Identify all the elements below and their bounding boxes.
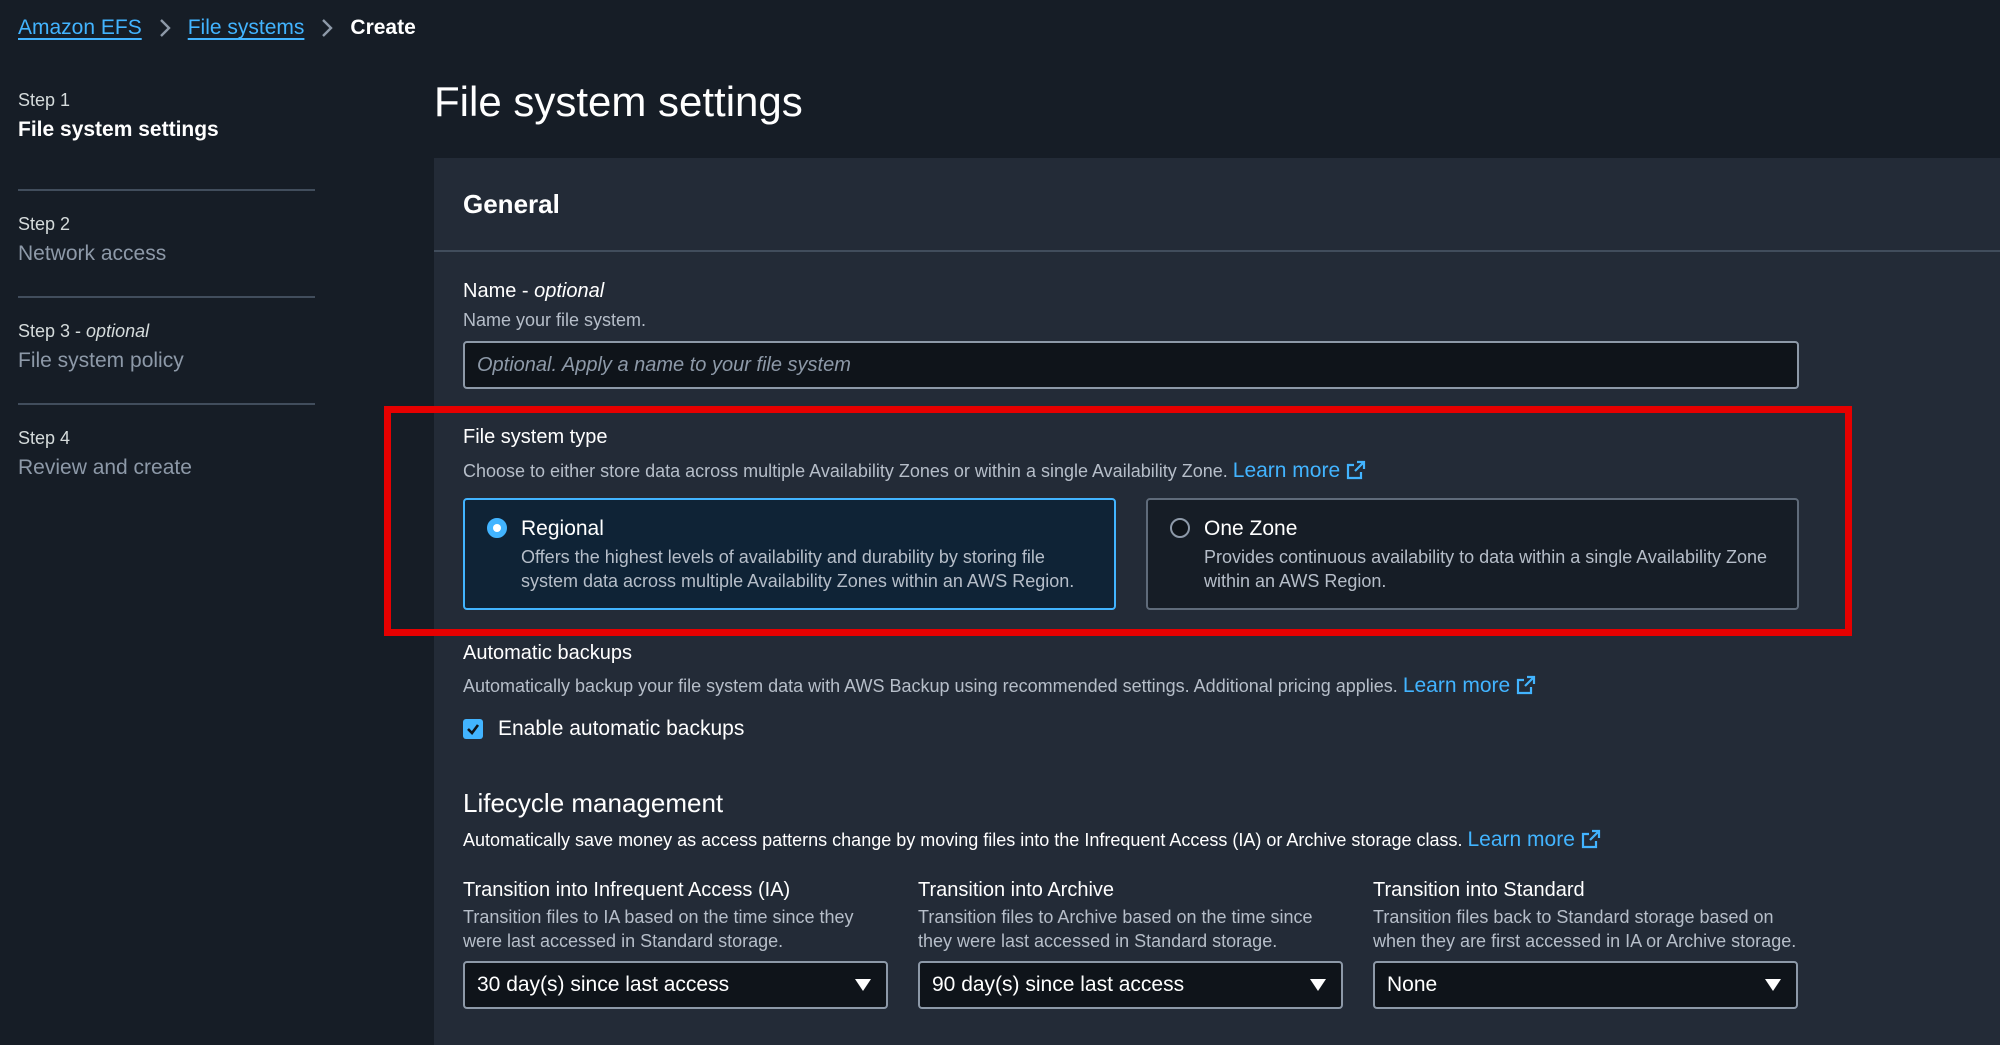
general-container: General Name - optional Name your file s… <box>384 158 2000 1045</box>
select-value: 30 day(s) since last access <box>477 973 730 996</box>
lifecycle-description: Automatically save money as access patte… <box>463 828 1799 855</box>
enable-backups-row[interactable]: Enable automatic backups <box>463 717 1799 741</box>
transition-standard-description: Transition files back to Standard storag… <box>1373 907 1797 951</box>
step-3[interactable]: Step 3 - optional File system policy <box>18 298 315 405</box>
transition-standard-label: Transition into Standard <box>1373 879 1585 901</box>
file-system-type-tiles: Regional Offers the highest levels of av… <box>463 498 1799 610</box>
option-description: Offers the highest levels of availabilit… <box>521 547 1075 591</box>
step-title[interactable]: Network access <box>18 239 315 269</box>
caret-down-icon <box>1310 979 1326 991</box>
name-field: Name - optional Name your file system. <box>463 280 1799 389</box>
enable-backups-label[interactable]: Enable automatic backups <box>498 717 744 741</box>
breadcrumb-file-systems[interactable]: File systems <box>188 16 305 40</box>
transition-ia-label: Transition into Infrequent Access (IA) <box>463 879 791 901</box>
step-4[interactable]: Step 4 Review and create <box>18 405 315 512</box>
lifecycle-heading: Lifecycle management <box>463 788 724 818</box>
one-zone-option-tile[interactable]: One Zone Provides continuous availabilit… <box>1146 498 1799 610</box>
automatic-backups-label: Automatic backups <box>463 642 632 664</box>
chevron-right-icon <box>142 17 188 39</box>
lifecycle-columns: Transition into Infrequent Access (IA) T… <box>463 877 1799 1009</box>
external-link-icon <box>1346 460 1366 486</box>
radio-icon[interactable] <box>487 518 507 538</box>
option-title: One Zone <box>1204 517 1298 540</box>
transition-ia-description: Transition files to IA based on the time… <box>463 907 854 951</box>
learn-more-link[interactable]: Learn more <box>1468 828 1601 851</box>
lifecycle-management-section: Lifecycle management Automatically save … <box>463 788 1799 1009</box>
radio-icon[interactable] <box>1170 518 1190 538</box>
transition-archive-field: Transition into Archive Transition files… <box>918 877 1343 1009</box>
caret-down-icon <box>1765 979 1781 991</box>
checkmark-icon <box>467 724 480 735</box>
transition-standard-select[interactable]: None <box>1373 961 1798 1009</box>
step-title: File system settings <box>18 118 219 141</box>
page-title: File system settings <box>434 78 803 125</box>
transition-archive-select[interactable]: 90 day(s) since last access <box>918 961 1343 1009</box>
transition-archive-label: Transition into Archive <box>918 879 1115 901</box>
external-link-icon <box>1516 675 1536 701</box>
step-number: Step 4 <box>18 428 71 448</box>
automatic-backups-description: Automatically backup your file system da… <box>463 674 1799 701</box>
file-system-type-label: File system type <box>463 426 608 448</box>
name-label: Name - optional <box>463 280 605 302</box>
step-number: Step 1 <box>18 90 71 110</box>
option-title: Regional <box>521 517 604 540</box>
file-system-type-description: Choose to either store data across multi… <box>463 459 1799 486</box>
transition-ia-field: Transition into Infrequent Access (IA) T… <box>463 877 888 1009</box>
enable-backups-checkbox[interactable] <box>463 719 483 739</box>
select-value: None <box>1387 973 1438 996</box>
external-link-icon <box>1581 829 1601 855</box>
step-2[interactable]: Step 2 Network access <box>18 191 315 298</box>
select-value: 90 day(s) since last access <box>932 973 1185 996</box>
caret-down-icon <box>855 979 871 991</box>
wizard-steps: Step 1 File system settings Step 2 Netwo… <box>18 85 315 512</box>
breadcrumb: Amazon EFS File systems Create <box>18 14 416 42</box>
file-system-type-field: File system type Choose to either store … <box>463 426 1799 610</box>
automatic-backups-field: Automatic backups Automatically backup y… <box>463 642 1799 741</box>
regional-option-tile[interactable]: Regional Offers the highest levels of av… <box>463 498 1116 610</box>
transition-standard-field: Transition into Standard Transition file… <box>1373 877 1798 1009</box>
step-1: Step 1 File system settings <box>18 85 315 191</box>
breadcrumb-amazon-efs[interactable]: Amazon EFS <box>18 16 142 40</box>
general-heading: General <box>463 188 560 219</box>
name-description: Name your file system. <box>463 310 647 330</box>
learn-more-link[interactable]: Learn more <box>1403 674 1536 697</box>
chevron-right-icon <box>304 17 350 39</box>
name-input[interactable] <box>463 341 1799 389</box>
step-title[interactable]: Review and create <box>18 453 315 483</box>
step-number: Step 3 - optional <box>18 321 150 341</box>
container-header: General <box>434 158 2000 252</box>
learn-more-link[interactable]: Learn more <box>1233 459 1366 482</box>
transition-ia-select[interactable]: 30 day(s) since last access <box>463 961 888 1009</box>
option-description: Provides continuous availability to data… <box>1204 547 1767 591</box>
step-title[interactable]: File system policy <box>18 346 315 376</box>
transition-archive-description: Transition files to Archive based on the… <box>918 907 1313 951</box>
step-number: Step 2 <box>18 214 71 234</box>
breadcrumb-current: Create <box>350 16 416 39</box>
